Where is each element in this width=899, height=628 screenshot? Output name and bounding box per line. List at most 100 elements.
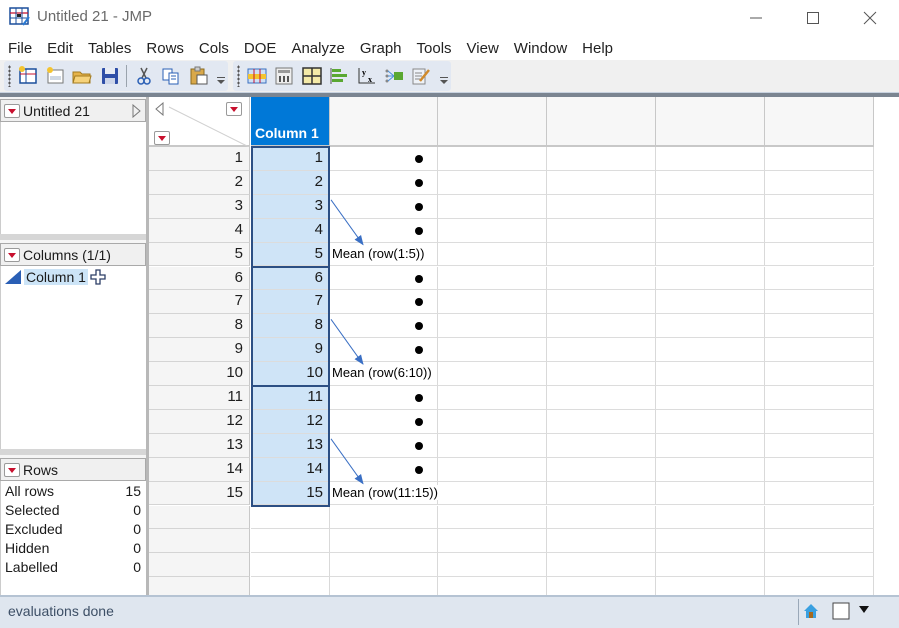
row-stat-value: 0 <box>133 502 141 518</box>
close-icon <box>863 11 877 25</box>
row-stat-selected: Selected 0 <box>5 502 141 521</box>
close-button[interactable] <box>847 4 893 32</box>
status-bar: evaluations done <box>0 595 899 628</box>
home-icon[interactable] <box>803 603 819 619</box>
open-button[interactable] <box>72 65 93 87</box>
row-stat-label: Labelled <box>5 559 58 575</box>
ellipsis-dot <box>415 155 423 163</box>
toolbar-grip[interactable] <box>237 65 240 87</box>
status-text: evaluations done <box>8 603 114 619</box>
annotation-arrows <box>330 199 364 485</box>
cut-icon <box>137 67 151 85</box>
row-stat-hidden: Hidden 0 <box>5 540 141 559</box>
copy-button[interactable] <box>161 65 182 87</box>
status-separator <box>798 599 799 625</box>
data-table-icon <box>247 68 267 84</box>
maximize-button[interactable] <box>790 4 836 32</box>
save-button[interactable] <box>99 65 120 87</box>
fit-model-button[interactable] <box>383 65 404 87</box>
menu-bar: File Edit Tables Rows Cols DOE Analyze G… <box>0 36 899 60</box>
tabulate-icon <box>301 67 322 85</box>
graph-builder-button[interactable] <box>328 65 349 87</box>
row-stat-label: Hidden <box>5 540 50 556</box>
fit-y-by-x-icon: yx <box>358 68 375 84</box>
menu-cols[interactable]: Cols <box>199 40 229 57</box>
row-stat-label: Selected <box>5 502 60 518</box>
column-list-item[interactable]: Column 1 <box>4 268 106 286</box>
row-stat-excluded: Excluded 0 <box>5 521 141 540</box>
expand-arrow-icon[interactable] <box>132 104 142 118</box>
maximize-icon <box>807 12 819 24</box>
ellipsis-dot <box>415 441 423 450</box>
formula-plus-icon <box>90 269 106 285</box>
mean-annotation-label: Mean (row(6:10)) <box>332 365 432 381</box>
toolbar-overflow-button[interactable] <box>215 65 225 87</box>
ellipsis-dot <box>415 202 423 211</box>
row-stat-value: 0 <box>133 540 141 556</box>
menu-tables[interactable]: Tables <box>88 40 131 57</box>
table-panel-body <box>0 122 146 234</box>
ellipsis-dot <box>415 274 423 283</box>
red-triangle-menu-icon[interactable] <box>4 462 20 477</box>
table-name: Untitled 21 <box>23 102 90 119</box>
mean-annotation-label: Mean (row(1:5)) <box>332 245 425 261</box>
table-panel-header: Untitled 21 <box>0 99 146 122</box>
red-triangle-menu-icon[interactable] <box>4 103 20 118</box>
minimize-button[interactable] <box>733 4 779 32</box>
distribution-button[interactable] <box>273 65 294 87</box>
ellipsis-dot <box>415 178 423 187</box>
red-triangle-menu-icon[interactable] <box>4 247 20 262</box>
paste-icon <box>190 66 208 85</box>
annotation-arrow <box>330 319 364 365</box>
open-folder-icon <box>72 71 92 84</box>
new-data-table-icon <box>18 66 37 84</box>
row-stat-value: 15 <box>125 483 141 499</box>
menu-graph[interactable]: Graph <box>360 40 402 57</box>
window-title: Untitled 21 - JMP <box>37 8 153 25</box>
rows-panel-header: Rows <box>0 458 146 481</box>
new-script-button[interactable] <box>44 65 65 87</box>
new-script-icon <box>46 67 64 84</box>
ellipsis-dot <box>415 394 423 402</box>
ellipsis-dot <box>415 226 423 235</box>
menu-window[interactable]: Window <box>514 40 567 57</box>
new-data-table-button[interactable] <box>17 65 38 87</box>
dropdown-icon[interactable] <box>858 605 870 615</box>
panel-splitter[interactable] <box>0 449 146 455</box>
mean-annotation-label: Mean (row(11:15)) <box>332 484 438 500</box>
row-stat-label: All rows <box>5 483 55 499</box>
data-table-button[interactable] <box>246 65 267 87</box>
window-select-icon[interactable] <box>832 602 850 620</box>
columns-panel-header: Columns (1/1) <box>0 243 146 266</box>
columns-header: Columns (1/1) <box>23 246 111 263</box>
fit-y-by-x-button[interactable]: yx <box>356 65 377 87</box>
menu-view[interactable]: View <box>467 40 499 57</box>
left-panel: Untitled 21 Columns (1/1) Column 1 Rows … <box>0 97 149 595</box>
toolbar-grip[interactable] <box>8 65 11 87</box>
toolbar-group-file <box>4 61 228 91</box>
paste-button[interactable] <box>188 65 209 87</box>
cut-button[interactable] <box>133 65 154 87</box>
menu-help[interactable]: Help <box>582 40 613 57</box>
columns-panel-body <box>0 266 146 449</box>
graph-builder-icon <box>330 68 348 84</box>
toolbar-group-analysis: yx <box>233 61 451 91</box>
rows-header: Rows <box>23 461 59 478</box>
menu-analyze[interactable]: Analyze <box>291 40 344 57</box>
menu-file[interactable]: File <box>8 40 32 57</box>
script-editor-button[interactable] <box>411 65 432 87</box>
tabulate-button[interactable] <box>301 65 322 87</box>
save-icon <box>101 68 118 84</box>
toolbar-overflow-button[interactable] <box>438 65 448 87</box>
fit-model-icon <box>385 69 403 83</box>
continuous-column-icon <box>5 270 21 284</box>
row-stat-all-rows: All rows 15 <box>5 483 141 502</box>
menu-doe[interactable]: DOE <box>244 40 277 57</box>
row-stat-label: Excluded <box>5 521 63 537</box>
menu-edit[interactable]: Edit <box>47 40 73 57</box>
menu-tools[interactable]: Tools <box>417 40 452 57</box>
title-bar: Untitled 21 - JMP <box>0 0 899 36</box>
panel-splitter[interactable] <box>0 234 146 240</box>
ellipsis-dot <box>415 417 423 426</box>
menu-rows[interactable]: Rows <box>146 40 184 57</box>
